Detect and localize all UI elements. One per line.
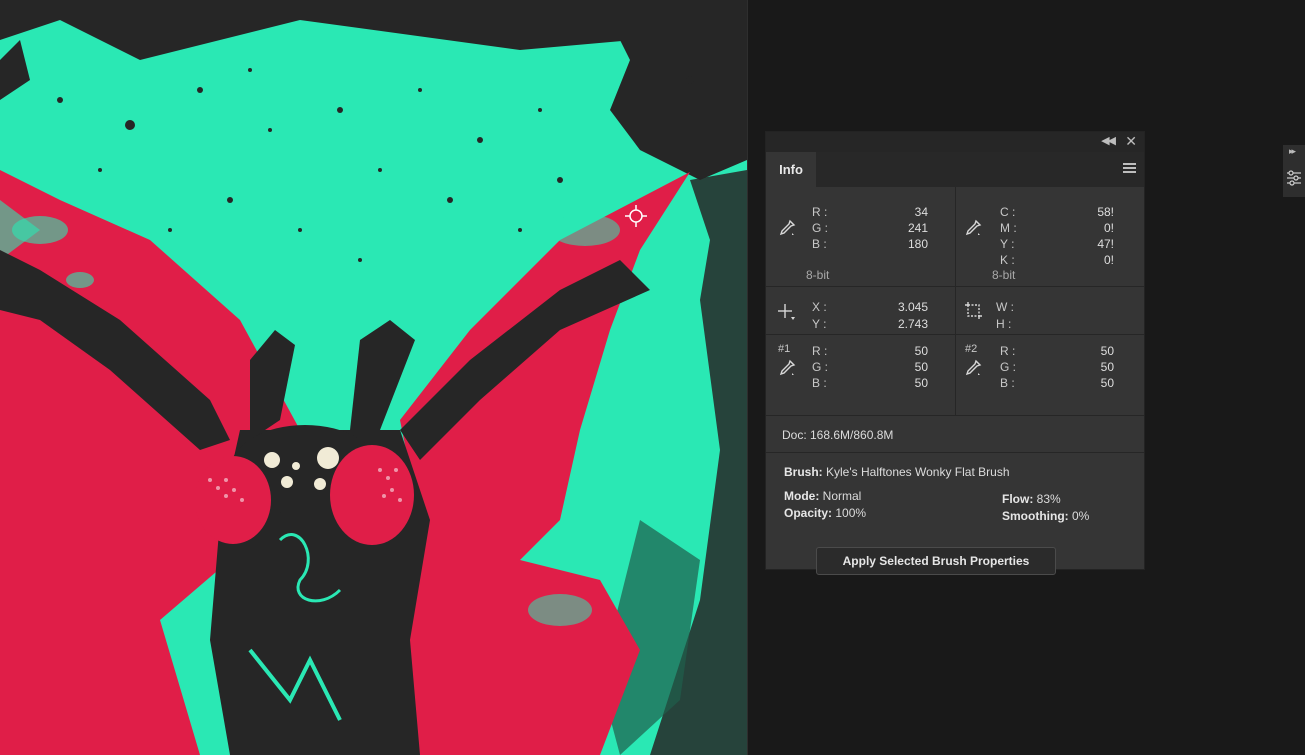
y-value: 2.743 — [897, 317, 928, 331]
rgb-b-value: 180 — [907, 237, 928, 251]
close-icon[interactable]: ✕ — [1125, 133, 1137, 150]
sampler1-id: #1 — [778, 343, 791, 355]
smoothing-info: Smoothing: 0% — [1002, 509, 1089, 523]
brush-name: Kyle's Halftones Wonky Flat Brush — [826, 465, 1010, 479]
mode-label: Mode: — [784, 489, 820, 503]
cmyk-k-value: 0! — [1103, 253, 1114, 267]
y-label: Y : — [812, 317, 827, 331]
artwork — [0, 0, 747, 755]
brush-settings-icon[interactable] — [1286, 169, 1302, 187]
rgb-g-value: 241 — [907, 221, 928, 235]
collapse-icon[interactable]: ◀◀ — [1101, 134, 1116, 147]
eyedropper-icon[interactable] — [778, 219, 796, 237]
brush-info: Brush: Kyle's Halftones Wonky Flat Brush — [784, 465, 1010, 479]
flow-info: Flow: 83% — [1002, 492, 1061, 506]
eyedropper-icon[interactable] — [964, 219, 982, 237]
sampler1-b-value: 50 — [914, 376, 928, 390]
rgb-g-label: G : — [812, 221, 829, 235]
cmyk-c-value: 58! — [1097, 205, 1114, 219]
crosshair-icon[interactable] — [776, 302, 796, 322]
sampler1-g-label: G : — [812, 360, 829, 374]
mode-value: Normal — [822, 489, 862, 503]
expand-panels-icon[interactable]: ▸▸ — [1289, 146, 1296, 157]
info-panel: ◀◀ ✕ Info R : G : B : 34 241 180 8-bit C… — [765, 131, 1145, 575]
flow-label: Flow: — [1002, 492, 1034, 506]
document-canvas[interactable] — [0, 0, 747, 755]
rgb-b-label: B : — [812, 237, 827, 251]
sampler2-r-value: 50 — [1100, 344, 1114, 358]
color-sampler-section: #1 R : G : B : 50 50 50 #2 R : G : B : 5… — [766, 335, 1144, 416]
mode-info: Mode: Normal — [784, 489, 861, 503]
doc-size: Doc: 168.6M/860.8M — [782, 428, 894, 442]
color-readout-section: R : G : B : 34 241 180 8-bit C : M : Y :… — [766, 187, 1144, 287]
opacity-info: Opacity: 100% — [784, 506, 866, 520]
selection-size-icon[interactable] — [964, 301, 984, 321]
cmyk-m-label: M : — [1000, 221, 1017, 235]
cmyk-c-label: C : — [1000, 205, 1016, 219]
sampler1-b-label: B : — [812, 376, 827, 390]
sampler1-g-value: 50 — [914, 360, 928, 374]
sampler2-g-label: G : — [1000, 360, 1017, 374]
sampler2-id: #2 — [965, 343, 978, 355]
smoothing-label: Smoothing: — [1002, 509, 1069, 523]
sampler2-b-label: B : — [1000, 376, 1015, 390]
flow-value: 83% — [1036, 492, 1061, 506]
opacity-label: Opacity: — [784, 506, 833, 520]
sampler1-r-value: 50 — [914, 344, 928, 358]
panel-titlebar[interactable]: ◀◀ ✕ — [766, 132, 1144, 152]
position-section: X : Y : 3.045 2.743 W : H : — [766, 287, 1144, 335]
cmyk-bit-depth: 8-bit — [992, 268, 1016, 282]
side-dock: ▸▸ — [1283, 145, 1305, 197]
opacity-value: 100% — [835, 506, 867, 520]
color-sampler-icon[interactable] — [778, 359, 796, 377]
sampler2-r-label: R : — [1000, 344, 1016, 358]
cmyk-y-label: Y : — [1000, 237, 1015, 251]
rgb-r-label: R : — [812, 205, 828, 219]
x-label: X : — [812, 300, 827, 314]
h-label: H : — [996, 317, 1012, 331]
rgb-r-value: 34 — [914, 205, 928, 219]
panel-menu-icon[interactable] — [1123, 163, 1136, 175]
tab-info[interactable]: Info — [766, 152, 816, 187]
brush-label: Brush: — [784, 465, 823, 479]
tab-row: Info — [766, 152, 1144, 187]
w-label: W : — [996, 300, 1014, 314]
sampler1-r-label: R : — [812, 344, 828, 358]
cmyk-y-value: 47! — [1097, 237, 1114, 251]
x-value: 3.045 — [897, 300, 928, 314]
rgb-bit-depth: 8-bit — [806, 268, 830, 282]
sampler2-b-value: 50 — [1100, 376, 1114, 390]
doc-size-section: Doc: 168.6M/860.8M — [766, 416, 1144, 453]
smoothing-value: 0% — [1072, 509, 1090, 523]
color-sampler-icon[interactable] — [964, 359, 982, 377]
cmyk-m-value: 0! — [1103, 221, 1114, 235]
sampler2-g-value: 50 — [1100, 360, 1114, 374]
apply-brush-properties-button[interactable]: Apply Selected Brush Properties — [816, 547, 1056, 575]
cmyk-k-label: K : — [1000, 253, 1015, 267]
